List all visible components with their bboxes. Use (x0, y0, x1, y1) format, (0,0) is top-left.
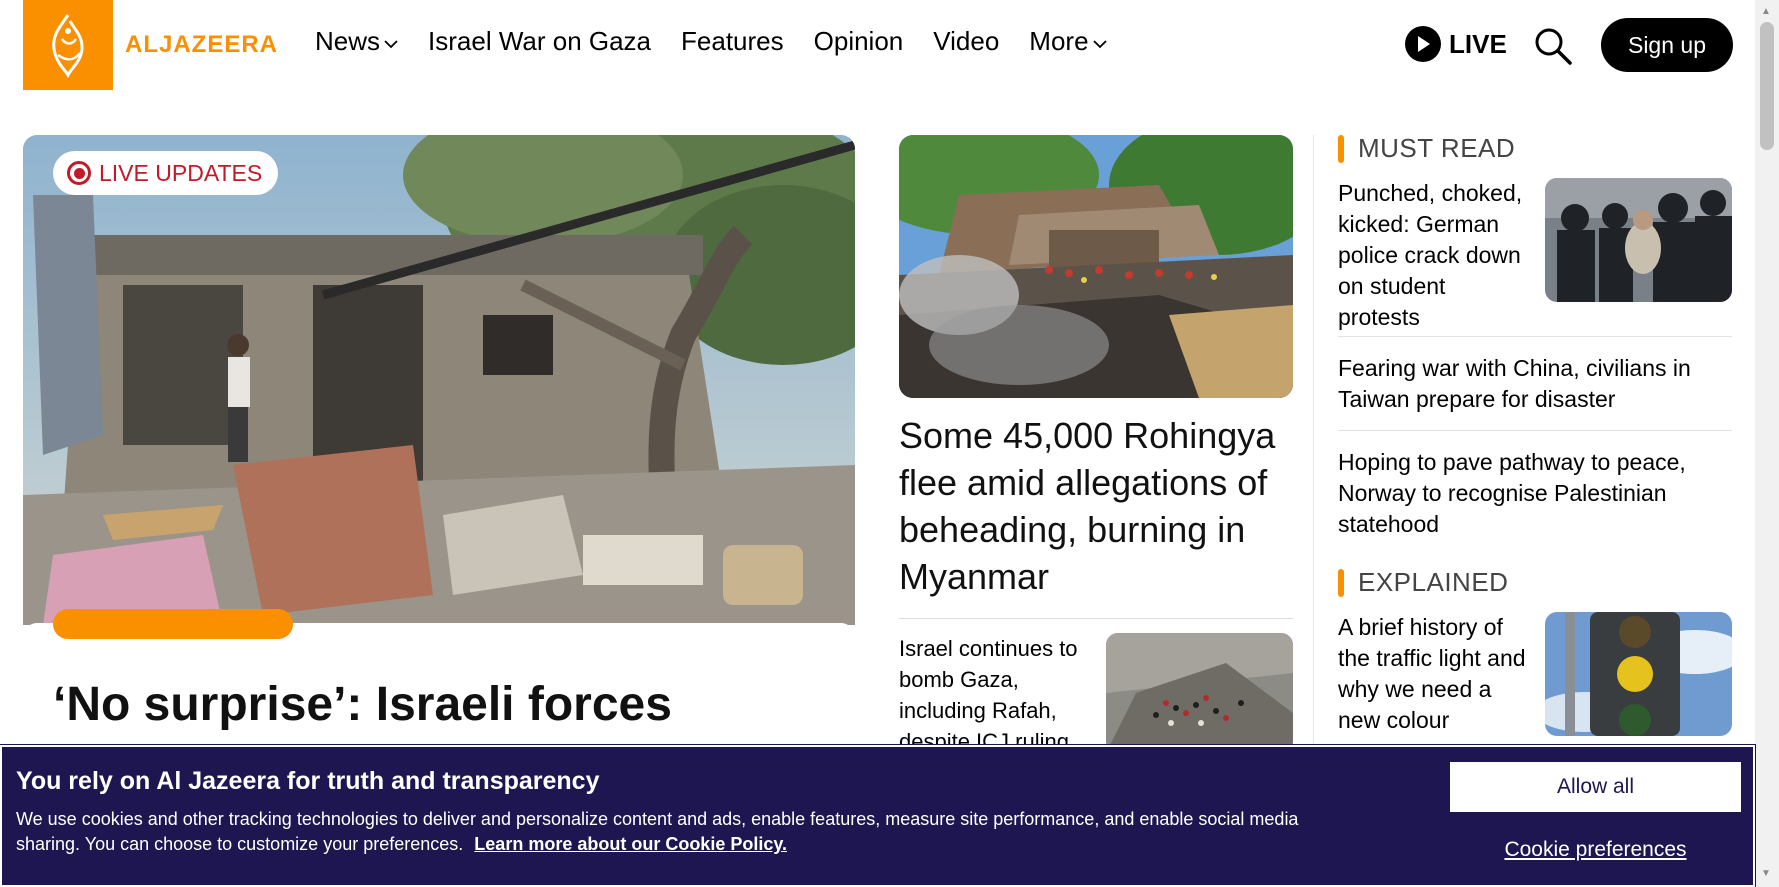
explained-label: EXPLAINED (1358, 567, 1509, 597)
play-icon (1405, 26, 1441, 62)
explained-headline[interactable]: A brief history of the traffic light and… (1338, 612, 1533, 736)
nav-label: News (315, 26, 381, 56)
nav-opinion[interactable]: Opinion (814, 26, 904, 57)
rohingya-headline[interactable]: Some 45,000 Rohingya flee amid allegatio… (899, 412, 1293, 600)
right-column: MUST READ Punched, choked, kicked: Germa… (1338, 133, 1732, 770)
explained-heading: EXPLAINED (1338, 567, 1732, 598)
live-button[interactable]: LIVE (1405, 26, 1507, 62)
cookie-preferences-button[interactable]: Cookie preferences (1450, 835, 1741, 865)
main-nav: News Israel War on Gaza Features Opinion… (315, 26, 1107, 57)
live-record-icon (67, 161, 91, 185)
site-header: ALJAZEERA News Israel War on Gaza Featur… (0, 0, 1755, 100)
must-read-headline[interactable]: Punched, choked, kicked: German police c… (1338, 178, 1533, 333)
chevron-down-icon (384, 36, 398, 52)
must-read-item[interactable]: Fearing war with China, civilians in Tai… (1338, 337, 1732, 430)
cookie-consent-banner: You rely on Al Jazeera for truth and tra… (0, 744, 1756, 887)
sign-up-button[interactable]: Sign up (1601, 18, 1733, 72)
hero-image[interactable] (23, 135, 855, 625)
hero-headline[interactable]: ‘No surprise’: Israeli forces (53, 675, 833, 735)
rohingya-story-image[interactable] (899, 135, 1293, 398)
live-updates-label: LIVE UPDATES (99, 159, 263, 186)
nav-label: Israel War on Gaza (428, 26, 652, 56)
scroll-up-arrow-icon[interactable]: ▲ (1761, 6, 1771, 17)
must-read-heading: MUST READ (1338, 133, 1732, 164)
cookie-policy-link[interactable]: Learn more about our Cookie Policy. (474, 834, 787, 854)
logo-emblem-icon (23, 0, 113, 90)
site-logo[interactable]: ALJAZEERA (23, 0, 278, 90)
section-accent-bar (1338, 134, 1344, 163)
nav-label: More (1029, 26, 1089, 56)
nav-israel-war-on-gaza[interactable]: Israel War on Gaza (428, 26, 651, 57)
logo-wordmark: ALJAZEERA (125, 31, 279, 58)
traffic-light-image[interactable] (1545, 612, 1732, 736)
scrollbar-thumb[interactable] (1760, 22, 1774, 150)
cookie-title: You rely on Al Jazeera for truth and tra… (16, 767, 600, 795)
column-divider (1313, 135, 1314, 755)
live-label: LIVE (1449, 28, 1507, 59)
must-read-item[interactable]: Hoping to pave pathway to peace, Norway … (1338, 431, 1732, 555)
must-read-label: MUST READ (1358, 133, 1516, 163)
gaza-story[interactable]: Israel continues to bomb Gaza, including… (899, 633, 1293, 754)
must-read-item[interactable]: Punched, choked, kicked: German police c… (1338, 178, 1732, 336)
nav-video[interactable]: Video (933, 26, 999, 57)
nav-features[interactable]: Features (681, 26, 784, 57)
cookie-body: We use cookies and other tracking techno… (16, 807, 1356, 857)
hero-accent-bar (53, 609, 293, 639)
middle-column: Some 45,000 Rohingya flee amid allegatio… (899, 135, 1293, 754)
chevron-down-icon (1092, 36, 1107, 52)
german-police-image[interactable] (1545, 178, 1732, 302)
nav-label: Features (681, 26, 784, 56)
gaza-story-headline[interactable]: Israel continues to bomb Gaza, including… (899, 633, 1094, 757)
live-updates-badge[interactable]: LIVE UPDATES (53, 151, 279, 195)
gaza-story-image[interactable] (1106, 633, 1293, 753)
page-scrollbar[interactable]: ▲ ▼ (1755, 0, 1779, 887)
nav-news[interactable]: News (315, 26, 398, 57)
search-icon[interactable] (1533, 26, 1573, 66)
nav-label: Video (933, 26, 1000, 56)
divider (899, 618, 1293, 619)
section-accent-bar (1338, 568, 1344, 597)
nav-label: Opinion (813, 26, 904, 56)
allow-all-button[interactable]: Allow all (1450, 762, 1741, 812)
nav-more[interactable]: More (1029, 26, 1107, 57)
scroll-down-arrow-icon[interactable]: ▼ (1761, 868, 1771, 879)
